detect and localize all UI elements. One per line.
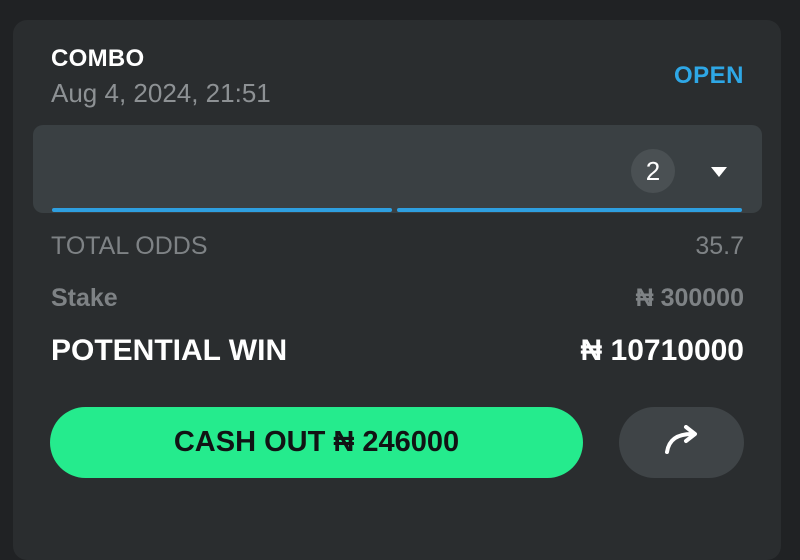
leg-progress-2 — [397, 208, 742, 212]
total-odds-value: 35.7 — [695, 232, 744, 260]
potential-win-value: ₦ 10710000 — [580, 334, 744, 367]
leg-progress-1 — [52, 208, 392, 212]
cash-out-button[interactable]: CASH OUT ₦ 246000 — [50, 407, 583, 478]
stake-row: Stake ₦ 300000 — [51, 284, 744, 313]
selection-count-badge: 2 — [631, 149, 675, 193]
selections-toggle[interactable]: 2 — [33, 125, 762, 213]
stake-label: Stake — [51, 284, 118, 312]
potential-win-row: POTENTIAL WIN ₦ 10710000 — [51, 334, 744, 368]
bet-status: OPEN — [673, 62, 744, 89]
chevron-down-icon[interactable] — [701, 157, 737, 187]
stake-value: ₦ 300000 — [635, 284, 744, 312]
share-button[interactable] — [619, 407, 744, 478]
total-odds-row: TOTAL ODDS 35.7 — [51, 232, 744, 261]
bet-date: Aug 4, 2024, 21:51 — [51, 78, 271, 108]
bet-type: COMBO — [51, 45, 145, 72]
potential-win-label: POTENTIAL WIN — [51, 334, 288, 367]
total-odds-label: TOTAL ODDS — [51, 232, 208, 260]
bet-card: COMBO Aug 4, 2024, 21:51 OPEN 2 TOTAL OD… — [13, 20, 781, 560]
share-arrow-icon — [662, 425, 702, 460]
